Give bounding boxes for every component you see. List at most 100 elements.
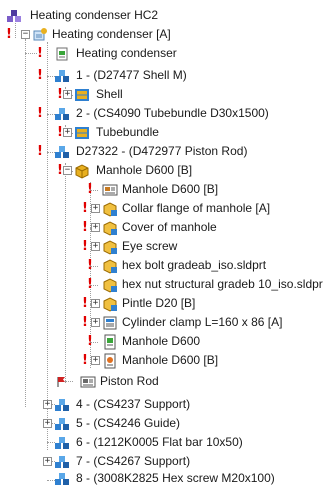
tree-row-component[interactable]: ! Heating condenser — [0, 44, 323, 63]
expand-toggle-icon[interactable]: + — [43, 419, 52, 428]
subassembly-icon — [55, 108, 69, 120]
tree-row-shell-assembly[interactable]: ! 1 - (D27477 Shell M) — [0, 66, 323, 85]
subassembly-icon — [55, 146, 69, 158]
expand-toggle-icon[interactable]: + — [91, 204, 100, 213]
tree-row-label: 5 - (CS4246 Guide) — [76, 416, 181, 430]
tree-row-label: Heating condenser [A] — [52, 27, 171, 41]
warning-icon: ! — [87, 258, 93, 273]
yellow-assembly-icon — [75, 164, 89, 179]
tree-row-label: Tubebundle — [96, 125, 159, 139]
expand-toggle-icon[interactable]: + — [91, 299, 100, 308]
assembly-config-icon — [33, 28, 47, 41]
yellow-part-icon — [103, 259, 117, 274]
warning-icon: ! — [82, 353, 88, 368]
feature-tree: Heating condenser HC2 ! − Heating conden… — [0, 0, 323, 488]
tree-row-label: Manhole D600 [B] — [96, 163, 193, 177]
tree-row-label: Heating condenser HC2 — [30, 8, 159, 22]
warning-icon: ! — [82, 220, 88, 235]
expand-toggle-icon[interactable]: + — [43, 457, 52, 466]
tree-row-label: Eye screw — [122, 239, 178, 253]
part-shell-icon — [75, 89, 89, 101]
tree-row-guide-5[interactable]: + 5 - (CS4246 Guide) — [0, 414, 323, 433]
tree-row-piston-rod-assembly[interactable]: ! D27322 - (D472977 Piston Rod) — [0, 142, 323, 161]
tree-row-label: Manhole D600 [B] — [122, 353, 219, 367]
expand-toggle-icon[interactable]: + — [91, 223, 100, 232]
tree-row-hex-bolt[interactable]: ! hex bolt gradeab_iso.sldprt — [0, 256, 323, 275]
tree-row-collar-flange[interactable]: ! + Collar flange of manhole [A] — [0, 199, 323, 218]
yellow-part-icon — [103, 240, 117, 255]
tree-row-label: Piston Rod — [100, 374, 159, 388]
tree-row-cover[interactable]: ! + Cover of manhole — [0, 218, 323, 237]
tree-row-config[interactable]: ! − Heating condenser [A] — [0, 25, 323, 44]
tree-row-label: hex nut structural gradeb 10_iso.sldprt — [122, 277, 323, 291]
tree-row-label: 4 - (CS4237 Support) — [76, 397, 191, 411]
expand-toggle-icon[interactable]: + — [63, 90, 72, 99]
tree-row-hex-screw-8[interactable]: 8 - (3008K2825 Hex screw M20x100) — [0, 469, 323, 488]
tree-row-shell[interactable]: ! + Shell — [0, 85, 323, 104]
expand-toggle-icon[interactable]: + — [91, 242, 100, 251]
tree-row-cylinder-clamp[interactable]: ! + Cylinder clamp L=160 x 86 [A] — [0, 313, 323, 332]
tree-row-label: Shell — [96, 87, 123, 101]
green-doc-icon — [104, 334, 116, 350]
cylinder-clamp-icon — [103, 316, 117, 330]
collapse-toggle-icon[interactable]: − — [63, 166, 72, 175]
tree-row-hex-nut[interactable]: ! hex nut structural gradeb 10_iso.sldpr… — [0, 275, 323, 294]
tree-row-label: D27322 - (D472977 Piston Rod) — [76, 144, 248, 158]
warning-icon: ! — [6, 27, 12, 42]
tree-row-piston-rod[interactable]: Piston Rod — [0, 372, 323, 391]
red-flag-icon — [57, 377, 65, 387]
assembly-root-icon — [7, 10, 21, 22]
tree-row-label: 2 - (CS4090 Tubebundle D30x1500) — [76, 106, 269, 120]
tree-row-label: hex bolt gradeab_iso.sldprt — [122, 258, 267, 272]
subassembly-icon — [55, 70, 69, 82]
tree-row-label: Manhole D600 — [122, 334, 201, 348]
tree-row-flat-bar-6[interactable]: 6 - (1212K0005 Flat bar 10x50) — [0, 433, 323, 452]
tree-row-root[interactable]: Heating condenser HC2 — [0, 6, 323, 25]
warning-icon: ! — [87, 334, 93, 349]
expand-toggle-icon[interactable]: + — [91, 318, 100, 327]
expand-toggle-icon[interactable]: + — [91, 356, 100, 365]
tree-row-label: Collar flange of manhole [A] — [122, 201, 271, 215]
tree-row-label: Manhole D600 [B] — [122, 182, 219, 196]
tree-row-support-4[interactable]: + 4 - (CS4237 Support) — [0, 395, 323, 414]
collapse-toggle-icon[interactable]: − — [21, 30, 30, 39]
warning-icon: ! — [37, 46, 43, 61]
tree-row-pintle[interactable]: ! + Pintle D20 [B] — [0, 294, 323, 313]
warning-icon: ! — [82, 296, 88, 311]
warning-icon: ! — [37, 106, 43, 121]
drawing-icon — [102, 184, 118, 196]
warning-icon: ! — [37, 144, 43, 159]
tree-row-manhole-drawing[interactable]: ! Manhole D600 [B] — [0, 180, 323, 199]
tree-row-manhole-doc[interactable]: ! Manhole D600 — [0, 332, 323, 351]
expand-toggle-icon[interactable]: + — [63, 128, 72, 137]
yellow-part-icon — [103, 202, 117, 217]
tree-row-tubebundle[interactable]: ! + Tubebundle — [0, 123, 323, 142]
tree-row-label: Heating condenser — [76, 46, 177, 60]
warning-icon: ! — [37, 68, 43, 83]
subassembly-icon — [55, 473, 69, 485]
subassembly-icon — [55, 437, 69, 449]
subassembly-icon — [55, 399, 69, 411]
tree-row-label: 8 - (3008K2825 Hex screw M20x100) — [76, 471, 275, 485]
tree-row-label: 6 - (1212K0005 Flat bar 10x50) — [76, 435, 243, 449]
drawing-icon — [80, 376, 96, 388]
tree-row-label: 1 - (D27477 Shell M) — [76, 68, 187, 82]
subassembly-icon — [55, 418, 69, 430]
tree-row-eye-screw[interactable]: ! + Eye screw — [0, 237, 323, 256]
yellow-part-icon — [103, 278, 117, 293]
subassembly-icon — [55, 456, 69, 468]
orange-doc-icon — [104, 353, 116, 369]
tree-row-manhole-assembly[interactable]: ! − Manhole D600 [B] — [0, 161, 323, 180]
tree-row-manhole-b-doc[interactable]: ! + Manhole D600 [B] — [0, 351, 323, 370]
tree-row-tubebundle-assembly[interactable]: ! 2 - (CS4090 Tubebundle D30x1500) — [0, 104, 323, 123]
tree-row-label: Pintle D20 [B] — [122, 296, 196, 310]
tree-row-label: Cover of manhole — [122, 220, 217, 234]
warning-icon: ! — [87, 182, 93, 197]
yellow-part-icon — [103, 221, 117, 236]
tree-row-label: Cylinder clamp L=160 x 86 [A] — [122, 315, 283, 329]
expand-toggle-icon[interactable]: + — [43, 400, 52, 409]
warning-icon: ! — [82, 315, 88, 330]
warning-icon: ! — [87, 277, 93, 292]
part-shell-icon — [75, 127, 89, 139]
warning-icon: ! — [82, 239, 88, 254]
